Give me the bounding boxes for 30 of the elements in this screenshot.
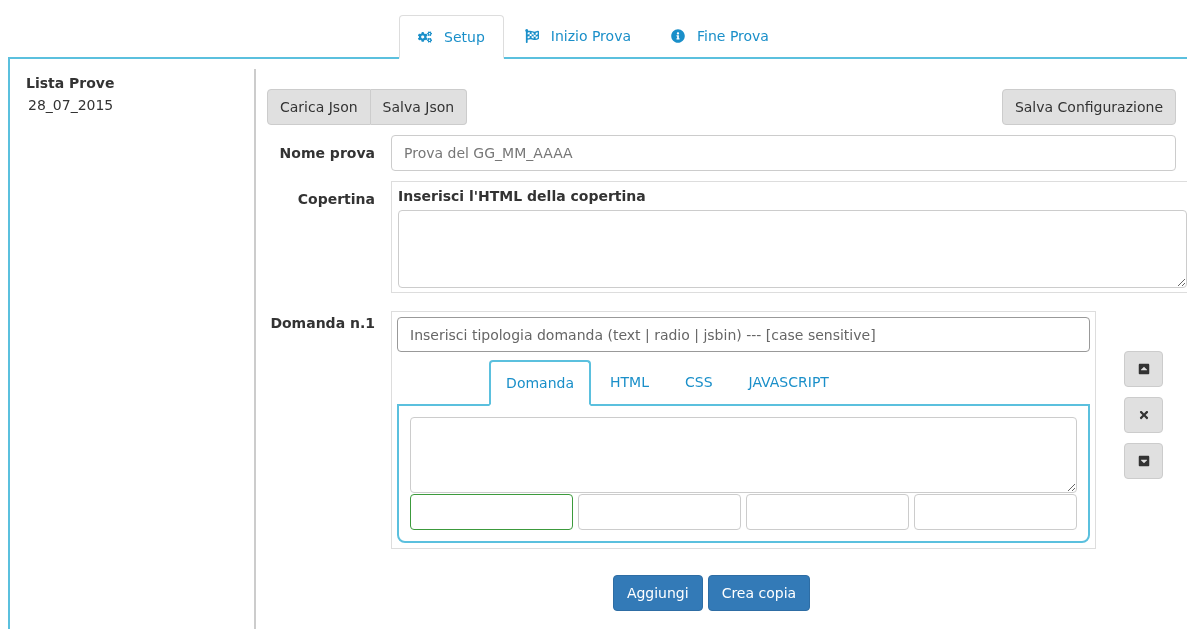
sidebar-item[interactable]: 28_07_2015 bbox=[26, 97, 254, 113]
field-label: Copertina bbox=[296, 190, 376, 209]
action-button[interactable]: Crea copia bbox=[707, 575, 811, 611]
answer-field[interactable] bbox=[914, 494, 1077, 530]
move-up-button[interactable] bbox=[1124, 351, 1163, 387]
answer-field[interactable] bbox=[410, 494, 573, 530]
toolbar-button[interactable]: Carica Json bbox=[267, 89, 371, 125]
question-type-field[interactable]: Inserisci tipologia domanda (text | radio | jsbin) --- [case sensitive] bbox=[397, 317, 1090, 352]
input-field[interactable]: Prova del GG_MM_AAAA bbox=[391, 135, 1176, 171]
save-configuration-button[interactable]: Salva Configurazione bbox=[1001, 89, 1176, 125]
close-icon bbox=[1137, 409, 1150, 421]
move-down-button[interactable] bbox=[1124, 443, 1163, 479]
info-icon bbox=[671, 28, 685, 43]
caret-up-icon bbox=[1137, 363, 1150, 375]
remove-button[interactable] bbox=[1124, 397, 1163, 433]
tab[interactable]: Domanda bbox=[489, 360, 591, 406]
answer-field[interactable] bbox=[578, 494, 741, 530]
action-button[interactable]: Aggiungi bbox=[612, 575, 703, 611]
answer-field[interactable] bbox=[746, 494, 909, 530]
tab[interactable]: Setup bbox=[399, 15, 504, 59]
caret-down-icon bbox=[1137, 455, 1150, 467]
html-text-area[interactable] bbox=[398, 210, 1187, 288]
cover-heading: Inserisci l'HTML della copertina bbox=[398, 188, 647, 204]
gears-icon bbox=[418, 29, 433, 44]
toolbar-button[interactable]: Salva Json bbox=[370, 89, 468, 125]
sidebar-title: Lista Prove bbox=[26, 75, 116, 91]
question-text-area[interactable] bbox=[410, 417, 1077, 493]
flag-icon bbox=[524, 28, 539, 43]
field-label: Nome prova bbox=[278, 144, 376, 163]
field-label: Domanda n.1 bbox=[269, 314, 376, 333]
